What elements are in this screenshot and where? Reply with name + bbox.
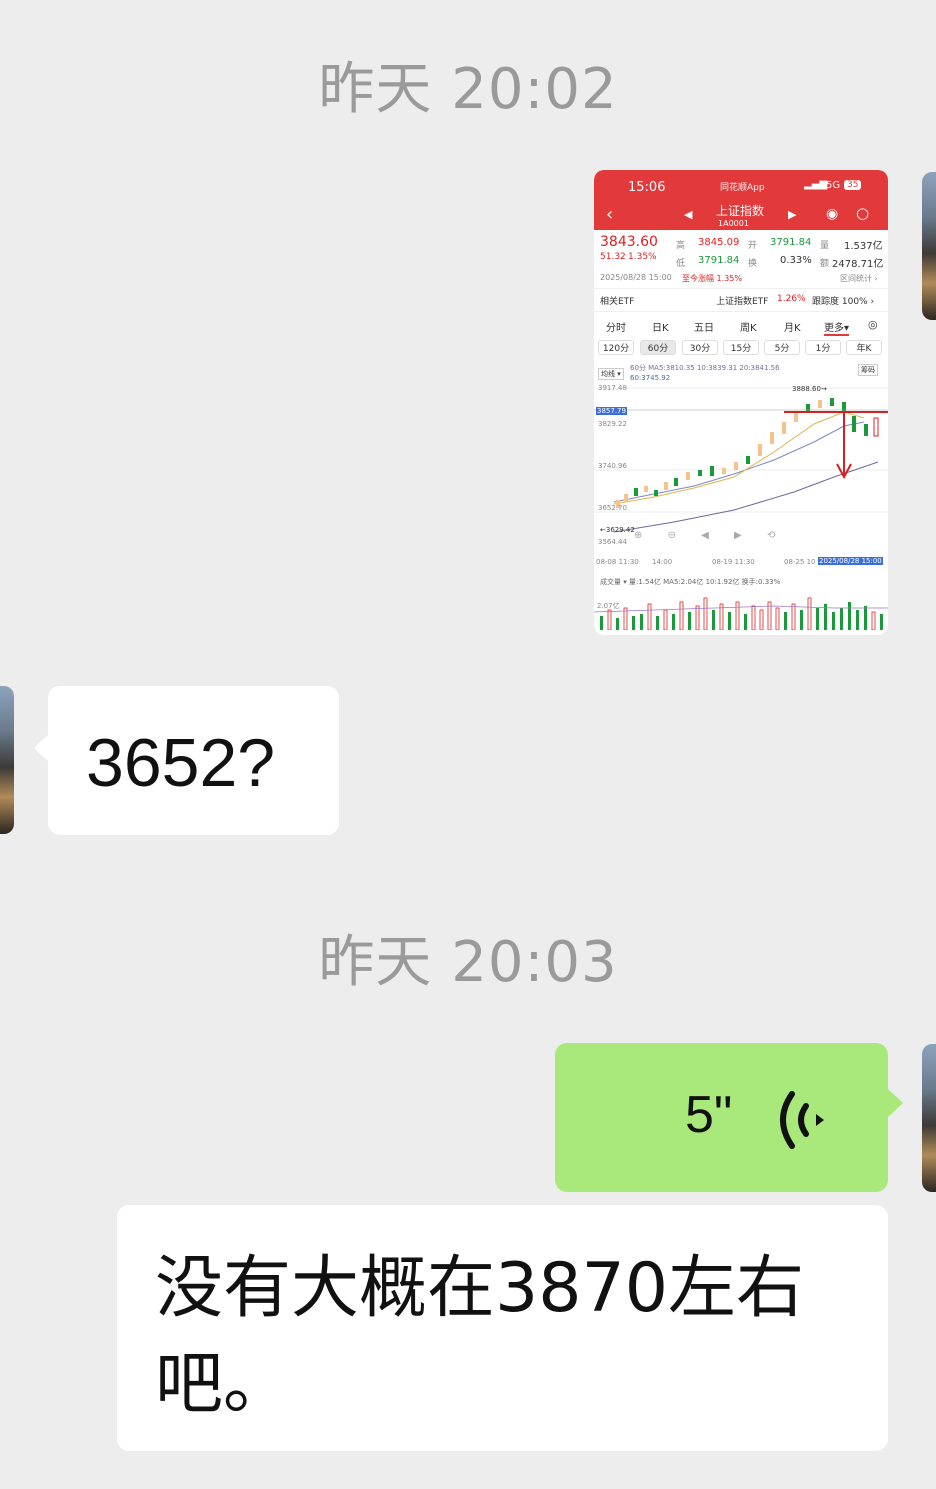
amt-value: 2478.71亿: [832, 259, 884, 270]
voice-duration: 5": [685, 1086, 733, 1144]
back-icon[interactable]: ‹: [606, 204, 613, 225]
range-stat-link[interactable]: 区间统计 ›: [840, 273, 878, 284]
tab-week[interactable]: 周K: [740, 319, 757, 334]
ma-button[interactable]: 均线 ▾: [598, 368, 624, 380]
etf-row[interactable]: 相关ETF 上证指数ETF 1.26% 跟踪度 100% ›: [594, 288, 888, 312]
screenshot-header: 15:06 同花顺App ▂▄▆ 5G 35 ‹ ◀ 上证指数 1A0001 ▶…: [594, 170, 888, 230]
low-point-label: ←3629.42: [600, 526, 635, 534]
prev-icon[interactable]: ◀: [684, 208, 692, 221]
y-label-3: 3740.96: [598, 462, 627, 470]
robot-icon[interactable]: ◉: [826, 206, 838, 222]
signal-icon: ▂▄▆: [804, 179, 828, 190]
reset-icon[interactable]: ⟲: [767, 530, 775, 541]
low-value: 3791.84: [698, 255, 740, 266]
tab-60min[interactable]: 60分: [640, 340, 676, 355]
x-label-1: 14:00: [652, 558, 673, 566]
stock-screenshot-image[interactable]: 15:06 同花顺App ▂▄▆ 5G 35 ‹ ◀ 上证指数 1A0001 ▶…: [594, 170, 888, 635]
vol-label: 量: [820, 241, 830, 251]
received-message[interactable]: 没有大概在3870左右吧。: [117, 1205, 888, 1451]
battery-icon: 35: [844, 180, 862, 190]
change: 51.32: [600, 252, 626, 262]
y-label-0: 3917.48: [598, 384, 627, 392]
tab-5min[interactable]: 5分: [764, 340, 800, 355]
high-value: 3845.09: [698, 237, 740, 248]
tab-120min[interactable]: 120分: [598, 340, 634, 355]
message-text: 没有大概在3870左右吧。: [155, 1249, 805, 1424]
kline-chart: [594, 387, 888, 533]
zoom-in-icon[interactable]: ⊕: [634, 530, 642, 541]
received-message[interactable]: 3652?: [34, 686, 339, 835]
left-icon[interactable]: ◀: [701, 530, 709, 541]
open-label: 开: [748, 241, 758, 251]
vol-value: 1.537亿: [844, 241, 883, 252]
x-label-0: 08-08 11:30: [596, 558, 639, 566]
network-label: 5G: [826, 180, 841, 191]
tab-30min[interactable]: 30分: [682, 340, 718, 355]
x-label-2: 08-19 11:30: [712, 558, 755, 566]
open-value: 3791.84: [770, 237, 812, 248]
timestamp: 昨天 20:02: [318, 57, 618, 122]
app-name: 同花顺App: [720, 183, 765, 193]
tab-month[interactable]: 月K: [784, 319, 801, 334]
since-change: 至今涨幅 1.35%: [682, 274, 742, 283]
x-label-4: 2025/08/28 15:00: [818, 557, 883, 565]
ma-line2: 60:3745.92: [630, 374, 671, 382]
change-pct: 1.35%: [628, 252, 657, 262]
timestamp: 昨天 20:03: [318, 930, 618, 995]
etf-track: 跟踪度 100% ›: [812, 297, 875, 307]
y-label-2: 3829.22: [598, 420, 627, 428]
volume-bars: [594, 597, 888, 630]
volume-line: 成交量 ▾ 量:1.54亿 MA5:2.04亿 10:1.92亿 换手:0.33…: [600, 578, 781, 586]
right-icon[interactable]: ▶: [734, 530, 742, 541]
tab-15min[interactable]: 15分: [723, 340, 759, 355]
tab-fenshi[interactable]: 分时: [606, 319, 626, 334]
message-text: 3652?: [86, 725, 276, 801]
etf-label: 相关ETF: [600, 297, 635, 307]
etf-pct: 1.26%: [777, 294, 806, 304]
status-time: 15:06: [628, 180, 666, 195]
tab-day[interactable]: 日K: [652, 319, 669, 334]
y-label-4: 3652.70: [598, 504, 627, 512]
bubble-tail: [34, 734, 49, 762]
high-label: 高: [676, 241, 686, 251]
low-label: 低: [676, 259, 686, 269]
turn-value: 0.33%: [780, 255, 812, 266]
peak-label: 3888.60→: [792, 385, 827, 393]
etf-name: 上证指数ETF: [716, 297, 769, 307]
ma-line1: 60分 MA5:3810.35 10:3839.31 20:3841.56: [630, 364, 780, 372]
bubble-tail: [888, 1089, 903, 1117]
quote-date: 2025/08/28 15:00: [600, 273, 672, 282]
chart-controls: ⊕ ⊖ ◀ ▶ ⟲: [634, 530, 775, 541]
chip-button[interactable]: 筹码: [858, 364, 878, 376]
y-label-5: 3564.44: [598, 538, 627, 546]
my-avatar[interactable]: [922, 172, 936, 320]
tab-year[interactable]: 年K: [846, 340, 882, 355]
contact-avatar[interactable]: [0, 686, 14, 834]
price: 3843.60: [600, 234, 658, 250]
voice-wave-icon: [780, 1091, 824, 1149]
next-icon[interactable]: ▶: [788, 208, 796, 221]
x-label-3: 08-25 10: [784, 558, 816, 566]
turn-label: 换: [748, 259, 758, 269]
index-code: 1A0001: [718, 219, 749, 228]
tab-more[interactable]: 更多▾: [824, 319, 850, 336]
search-icon[interactable]: ○: [856, 204, 869, 222]
y-label-1: 3857.79: [596, 407, 627, 415]
settings-icon[interactable]: ◎: [868, 318, 878, 331]
tab-1min[interactable]: 1分: [805, 340, 841, 355]
amt-label: 额: [820, 259, 830, 269]
index-title: 上证指数: [716, 204, 765, 218]
tab-5day[interactable]: 五日: [694, 319, 714, 334]
zoom-out-icon[interactable]: ⊖: [668, 530, 676, 541]
my-avatar[interactable]: [922, 1044, 936, 1192]
